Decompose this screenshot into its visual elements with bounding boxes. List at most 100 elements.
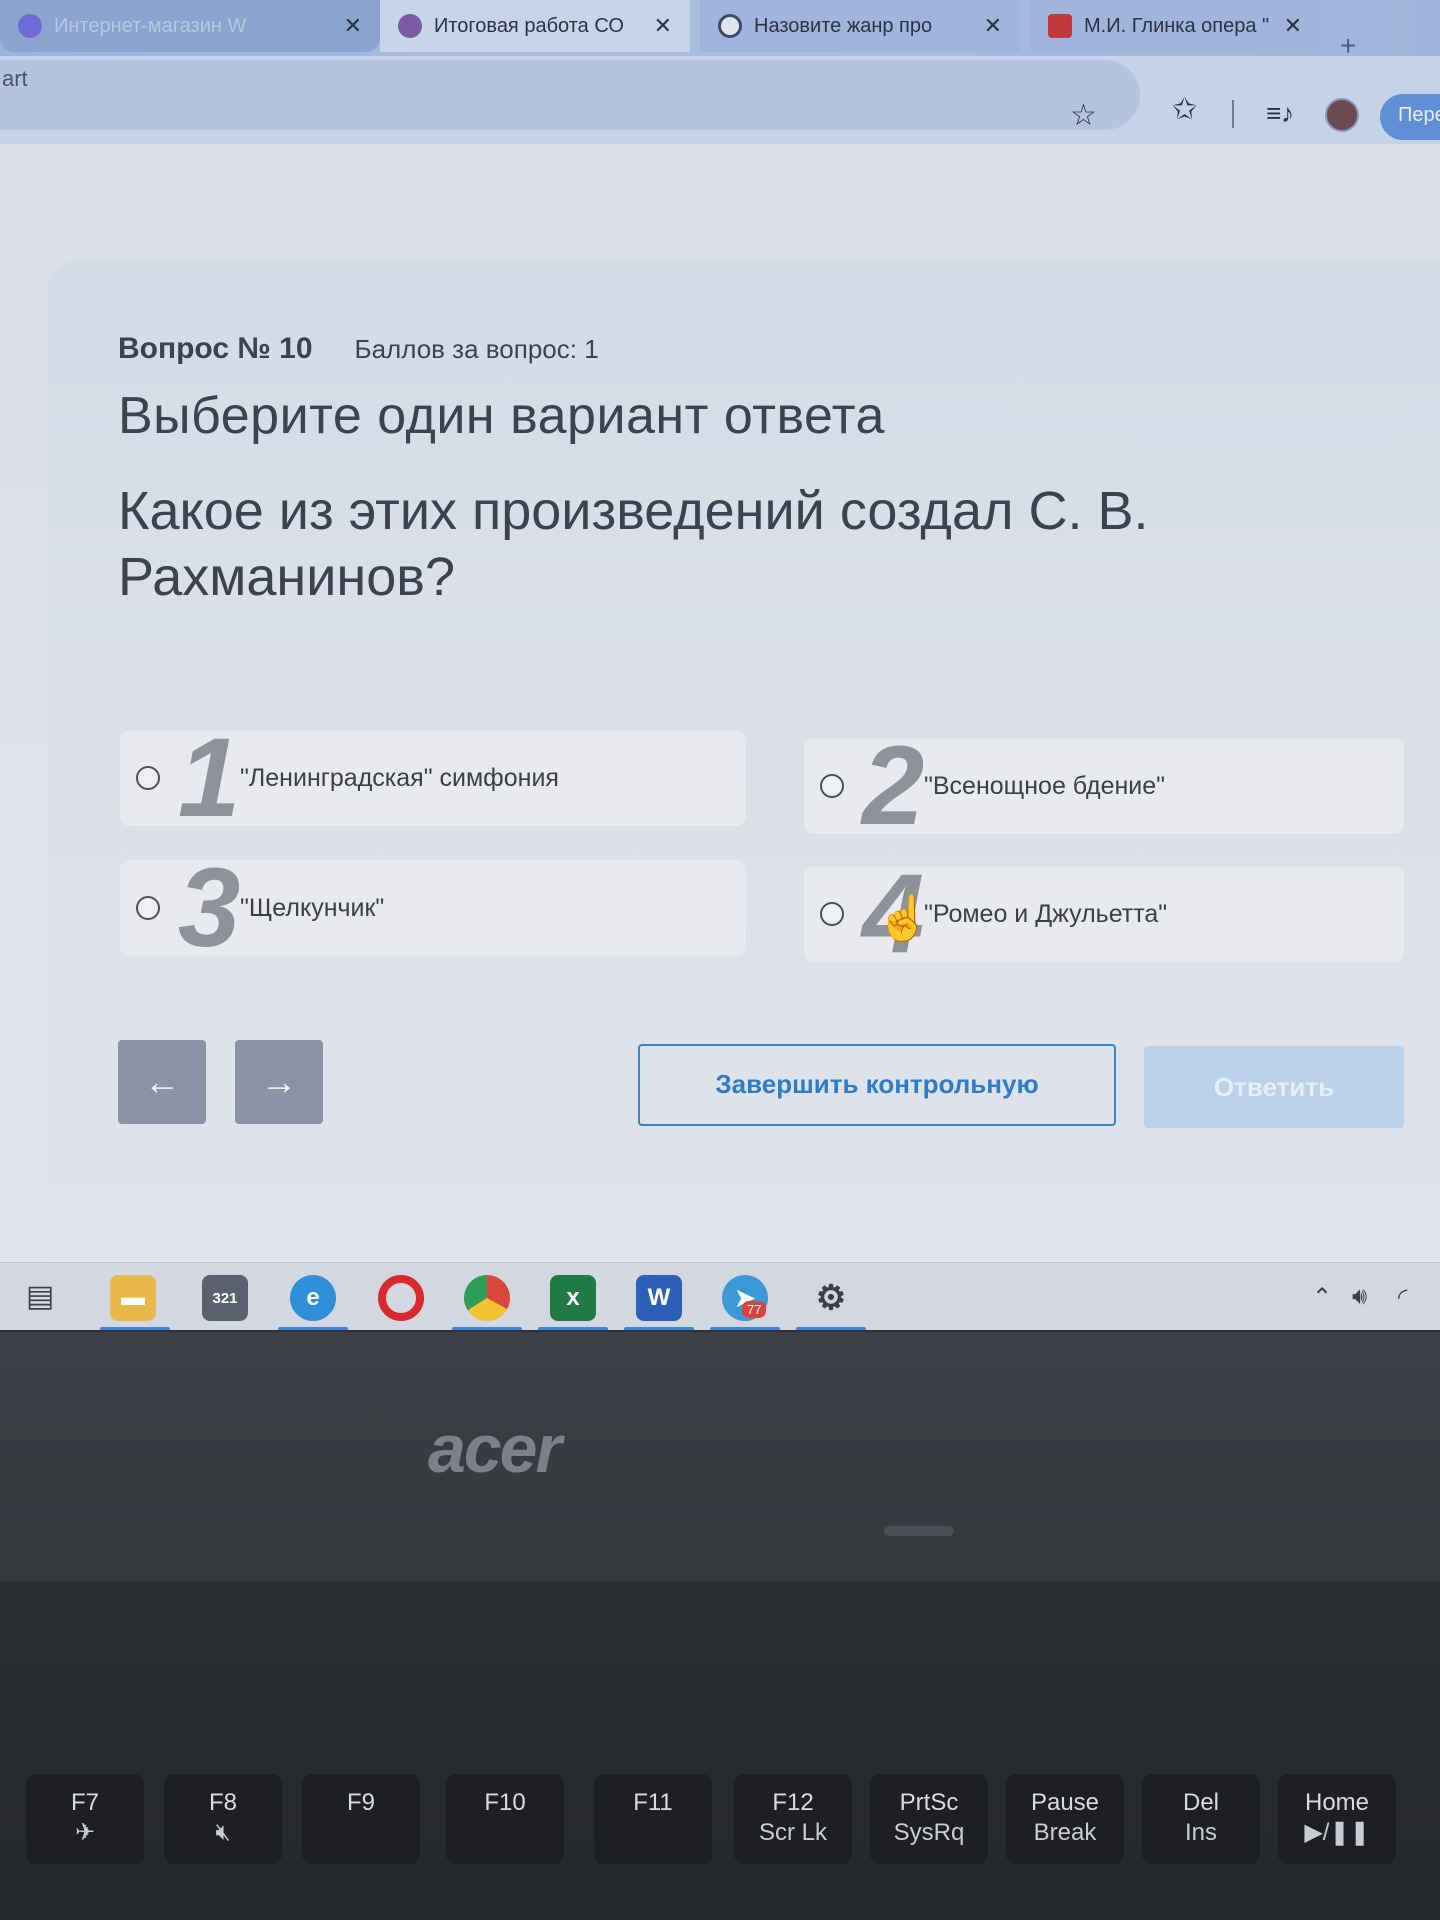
previous-question-button[interactable]: ← [118,1040,206,1124]
address-text: art [2,66,28,91]
key-sublabel: ▶/❚❚ [1304,1819,1370,1846]
key-sublabel: SysRq [893,1819,965,1846]
notification-badge: 77 [742,1301,767,1318]
google-icon [718,14,742,38]
keyboard-deck [0,1582,1440,1920]
radio-button[interactable] [136,896,160,920]
active-indicator [100,1327,170,1330]
profile-button[interactable]: Пере [1380,94,1440,140]
tab-label: М.И. Глинка опера " [1084,14,1270,37]
favicon-icon [18,14,42,38]
radio-button[interactable] [820,774,844,798]
task-view-icon[interactable]: ▤ [26,1279,54,1314]
chrome-icon[interactable] [464,1275,510,1321]
tab-label: Итоговая работа СО [434,14,624,37]
question-meta: Вопрос № 10 Баллов за вопрос: 1 [118,332,599,366]
active-indicator [538,1327,608,1330]
key-f10[interactable]: F10 [446,1774,564,1864]
laptop-bezel [0,1332,1440,1582]
volume-icon[interactable]: 🔊︎ [1352,1283,1367,1311]
key-sublabel: 🔇︎ [215,1819,231,1846]
opera-icon[interactable] [378,1275,424,1321]
chevron-up-icon[interactable]: ⌃ [1312,1283,1332,1312]
key-f11[interactable]: F11 [594,1774,712,1864]
tab-strip: Интернет-магазин W ✕ Итоговая работа СО … [0,0,1440,61]
tab-label: Назовите жанр про [754,14,933,37]
tab-internet-shop[interactable]: Интернет-магазин W ✕ [0,0,380,52]
brand-logo: acer [428,1411,562,1487]
key-prtsc[interactable]: PrtSc SysRq [870,1774,988,1864]
key-pause[interactable]: Pause Break [1006,1774,1124,1864]
excel-icon[interactable]: x [550,1275,596,1321]
answer-option-1[interactable]: 1 "Ленинградская" симфония [120,715,746,840]
key-label: F10 [484,1789,526,1816]
active-indicator [624,1327,694,1330]
word-icon[interactable]: W [636,1275,682,1321]
option-text: "Всенощное бдение" [924,771,1166,800]
favicon-icon [398,14,422,38]
question-number: Вопрос № 10 [118,332,313,365]
key-label: PrtSc [899,1789,959,1816]
radio-button[interactable] [820,902,844,926]
question-points: Баллов за вопрос: 1 [354,334,599,364]
key-sublabel: Ins [1184,1819,1217,1846]
option-number: 3 [178,845,241,970]
close-icon[interactable]: ✕ [344,13,362,39]
key-f7[interactable]: F7 ✈ [26,1774,144,1864]
reading-list-icon[interactable]: ≡♪ [1266,98,1294,129]
finish-test-button[interactable]: Завершить контрольную [638,1044,1116,1126]
close-icon[interactable]: ✕ [654,13,672,39]
hand-pointer-icon: ☝ [876,894,931,943]
key-label: Del [1182,1789,1219,1816]
key-label: F11 [633,1789,673,1816]
calendar-app-icon[interactable]: 321 [202,1275,248,1321]
active-indicator [452,1327,522,1330]
favorites-icon[interactable]: ✩ [1172,92,1197,127]
option-number: 1 [178,715,241,840]
hinge [884,1526,954,1536]
key-label: F12 [772,1789,814,1816]
option-text: "Ромео и Джульетта" [924,899,1168,928]
active-indicator [796,1327,866,1330]
bookmark-star-icon[interactable]: ☆ [1070,98,1097,133]
key-label: F9 [346,1789,375,1816]
key-home[interactable]: Home ▶/❚❚ [1278,1774,1396,1864]
tab-final-work[interactable]: Итоговая работа СО ✕ [380,0,690,52]
avatar[interactable] [1325,98,1359,132]
next-question-button[interactable]: → [235,1040,323,1124]
key-sublabel: ✈ [74,1819,96,1846]
submit-answer-button[interactable]: Ответить [1144,1046,1404,1128]
option-number: 2 [862,723,925,848]
taskbar: ▤ ▬ 321 e x W ➤ 77 ⚙ ⌃ 🔊︎ ◜ [0,1262,1440,1330]
screen: Интернет-магазин W ✕ Итоговая работа СО … [0,0,1440,1330]
wifi-icon[interactable]: ◜ [1398,1283,1407,1312]
key-f12[interactable]: F12 Scr Lk [734,1774,852,1864]
option-text: "Ленинградская" симфония [240,763,559,792]
file-explorer-icon[interactable]: ▬ [110,1275,156,1321]
key-label: Home [1304,1789,1370,1816]
settings-gear-icon[interactable]: ⚙ [808,1275,854,1321]
edge-icon[interactable]: e [290,1275,336,1321]
key-f8[interactable]: F8 🔇︎ [164,1774,282,1864]
tab-google-search[interactable]: Назовите жанр про ✕ [700,0,1020,52]
close-icon[interactable]: ✕ [984,13,1002,39]
address-bar[interactable]: art ☆ [0,60,1140,133]
key-del[interactable]: Del Ins [1142,1774,1260,1864]
answer-option-3[interactable]: 3 "Щелкунчик" [120,845,746,970]
active-indicator [710,1327,780,1330]
key-label: F7 [70,1789,99,1816]
browser-toolbar: art ☆ ✩ ≡♪ Пере [0,56,1440,144]
tab-label: Интернет-магазин W [54,14,247,37]
favicon-icon [1048,14,1072,38]
option-text: "Щелкунчик" [240,893,385,922]
key-f9[interactable]: F9 [302,1774,420,1864]
key-label: F8 [208,1789,237,1816]
key-sublabel: Break [1033,1819,1097,1846]
key-label: Pause [1030,1789,1100,1816]
tab-glinka[interactable]: М.И. Глинка опера " ✕ [1030,0,1320,52]
answer-option-2[interactable]: 2 "Всенощное бдение" [804,723,1404,848]
radio-button[interactable] [136,766,160,790]
key-sublabel: Scr Lk [758,1819,827,1846]
close-icon[interactable]: ✕ [1284,13,1302,39]
active-indicator [278,1327,348,1330]
